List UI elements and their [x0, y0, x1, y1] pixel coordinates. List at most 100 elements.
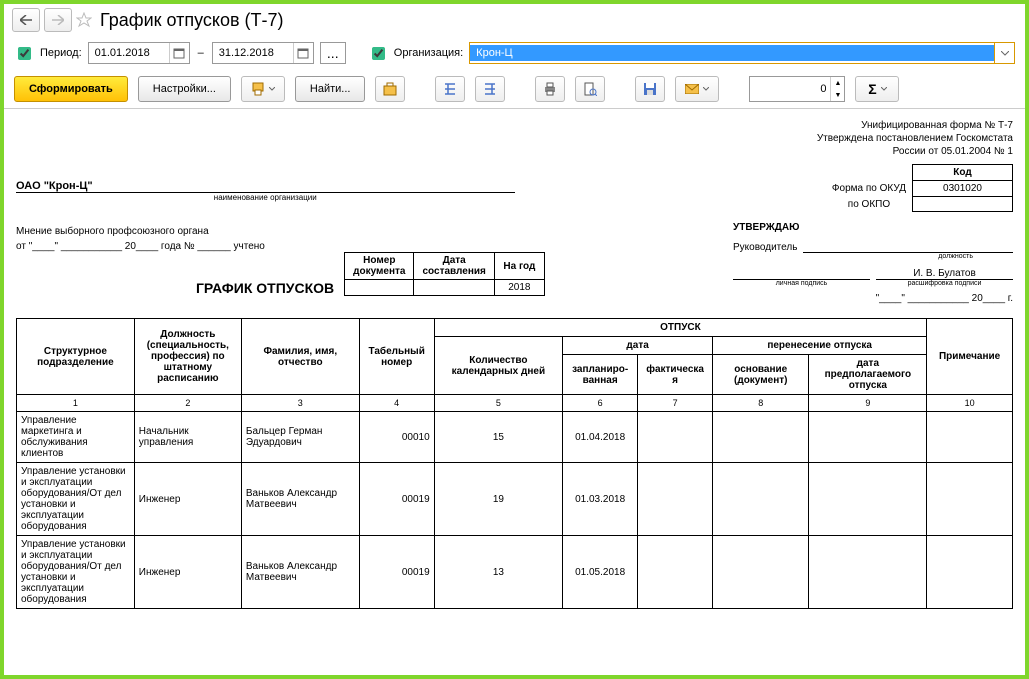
period-label: Период:	[40, 47, 82, 59]
th-transfer: перенесение отпуска	[713, 337, 927, 355]
save-variant-button[interactable]	[241, 76, 285, 102]
org-sublabel: наименование организации	[16, 193, 515, 202]
back-button[interactable]	[12, 8, 40, 32]
find-button[interactable]: Найти...	[295, 76, 366, 102]
number-spinner: ▲▼	[749, 76, 845, 102]
settings-button[interactable]: Настройки...	[138, 76, 231, 102]
cell-fio: Ваньков Александр Матвеевич	[241, 463, 359, 536]
th-planned: запланиро- ванная	[563, 355, 638, 395]
form-header: Унифицированная форма № Т-7 Утверждена п…	[16, 119, 1013, 158]
okud-label: Форма по ОКУД	[826, 181, 913, 197]
spinner-input[interactable]	[750, 83, 830, 95]
cell-days: 13	[434, 536, 563, 609]
cell-note	[927, 412, 1013, 463]
okpo-label: по ОКПО	[826, 197, 913, 212]
cell-actual	[638, 536, 713, 609]
cell-tab: 00019	[359, 463, 434, 536]
approve-pos-sub: должность	[733, 253, 1013, 260]
main-table: Структурное подразделение Должность (спе…	[16, 318, 1013, 609]
th-note: Примечание	[927, 319, 1013, 395]
org-dropdown-icon[interactable]	[994, 43, 1014, 63]
approve-date-stub: "____" ___________ 20____ г.	[733, 293, 1013, 304]
org-input[interactable]	[470, 45, 994, 61]
expand-groups-button[interactable]	[435, 76, 465, 102]
doc-meta-table: Номер документа Дата составления На год …	[344, 252, 545, 296]
meta-date-h: Дата составления	[414, 253, 494, 280]
favorite-icon[interactable]	[76, 12, 92, 28]
cell-fio: Бальцер Герман Эдуардович	[241, 412, 359, 463]
cell-newdate	[809, 463, 927, 536]
colnum: 10	[927, 395, 1013, 412]
cell-dept: Управление установки и эксплуатации обор…	[17, 463, 135, 536]
table-row: Управление маркетинга и обслуживания кли…	[17, 412, 1013, 463]
th-newdate: дата предполагаемого отпуска	[809, 355, 927, 395]
report-body: Унифицированная форма № Т-7 Утверждена п…	[4, 109, 1025, 670]
form-line2: Утверждена постановлением Госкомстата	[16, 132, 1013, 145]
date-from-input[interactable]	[89, 45, 169, 61]
org-label: Организация:	[394, 47, 463, 59]
period-select-button[interactable]: ...	[320, 42, 346, 64]
doc-title: ГРАФИК ОТПУСКОВ	[196, 280, 334, 296]
colnum: 8	[713, 395, 809, 412]
print-preview-button[interactable]	[575, 76, 605, 102]
cell-basis	[713, 463, 809, 536]
cell-position: Инженер	[134, 536, 241, 609]
form-line3: России от 05.01.2004 № 1	[16, 145, 1013, 158]
print-button[interactable]	[535, 76, 565, 102]
cell-actual	[638, 463, 713, 536]
th-tab: Табельный номер	[359, 319, 434, 395]
th-fio: Фамилия, имя, отчество	[241, 319, 359, 395]
th-date: дата	[563, 337, 713, 355]
cell-planned: 01.04.2018	[563, 412, 638, 463]
th-vac: ОТПУСК	[434, 319, 927, 337]
filter-bar: Период: – ... Организация:	[4, 36, 1025, 70]
colnum: 6	[563, 395, 638, 412]
cell-days: 19	[434, 463, 563, 536]
date-to-wrap	[212, 42, 314, 64]
cell-dept: Управление установки и эксплуатации обор…	[17, 536, 135, 609]
mail-button[interactable]	[675, 76, 719, 102]
th-dept: Структурное подразделение	[17, 319, 135, 395]
cell-days: 15	[434, 412, 563, 463]
table-row: Управление установки и эксплуатации обор…	[17, 463, 1013, 536]
meta-num	[345, 280, 414, 296]
page-title: График отпусков (Т-7)	[100, 10, 284, 31]
cell-newdate	[809, 412, 927, 463]
forward-button[interactable]	[44, 8, 72, 32]
spinner-up-icon[interactable]: ▲	[830, 77, 844, 89]
sign-sub: личная подпись	[733, 280, 870, 287]
code-header: Код	[913, 165, 1013, 181]
org-field	[469, 42, 1015, 64]
cell-planned: 01.05.2018	[563, 536, 638, 609]
th-actual: фактическа я	[638, 355, 713, 395]
colnum: 1	[17, 395, 135, 412]
period-checkbox[interactable]	[18, 47, 31, 60]
cell-note	[927, 536, 1013, 609]
calendar-icon[interactable]	[169, 43, 189, 63]
meta-year: 2018	[494, 280, 544, 296]
cell-tab: 00010	[359, 412, 434, 463]
th-basis: основание (документ)	[713, 355, 809, 395]
cell-position: Начальник управления	[134, 412, 241, 463]
date-from-wrap	[88, 42, 190, 64]
colnum: 3	[241, 395, 359, 412]
sum-button[interactable]: Σ	[855, 76, 899, 102]
colnum: 7	[638, 395, 713, 412]
date-to-input[interactable]	[213, 45, 293, 61]
approve-block: УТВЕРЖДАЮ Руководитель должность личная …	[733, 222, 1013, 304]
meta-year-h: На год	[494, 253, 544, 280]
colnum: 9	[809, 395, 927, 412]
cell-actual	[638, 412, 713, 463]
spinner-down-icon[interactable]: ▼	[830, 89, 844, 101]
cell-position: Инженер	[134, 463, 241, 536]
th-position: Должность (специальность, профессия) по …	[134, 319, 241, 395]
org-checkbox[interactable]	[372, 47, 385, 60]
title-bar: График отпусков (Т-7)	[4, 4, 1025, 36]
generate-button[interactable]: Сформировать	[14, 76, 128, 102]
calendar-icon[interactable]	[293, 43, 313, 63]
collapse-groups-button[interactable]	[475, 76, 505, 102]
save-report-button[interactable]	[635, 76, 665, 102]
open-variant-button[interactable]	[375, 76, 405, 102]
meta-num-h: Номер документа	[345, 253, 414, 280]
approve-head-label: Руководитель	[733, 242, 797, 253]
